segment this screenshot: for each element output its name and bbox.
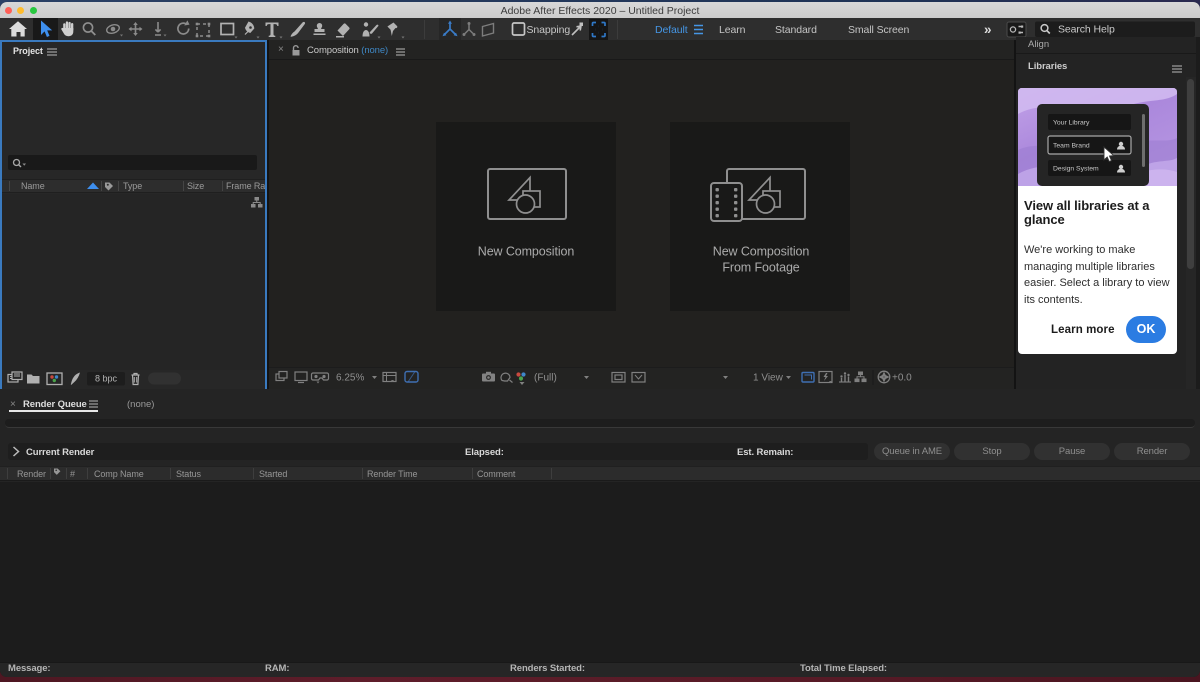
svg-text:New Composition: New Composition bbox=[713, 245, 810, 259]
svg-text:Comment: Comment bbox=[477, 469, 516, 479]
svg-text:8 bpc: 8 bpc bbox=[95, 374, 118, 384]
svg-text:Render: Render bbox=[17, 469, 46, 479]
svg-text:Design System: Design System bbox=[1053, 166, 1099, 173]
svg-text:Frame Ra...: Frame Ra... bbox=[226, 181, 265, 191]
svg-text:Team Brand: Team Brand bbox=[1053, 143, 1090, 150]
svg-text:Status: Status bbox=[176, 469, 202, 479]
svg-text:Started: Started bbox=[259, 469, 287, 479]
svg-text:»: » bbox=[984, 22, 992, 37]
svg-text:Name: Name bbox=[21, 181, 45, 191]
svg-text:6.25%: 6.25% bbox=[336, 373, 364, 384]
svg-text:+0.0: +0.0 bbox=[892, 373, 912, 384]
svg-text:Standard: Standard bbox=[775, 24, 817, 36]
svg-text:1 View: 1 View bbox=[753, 373, 784, 384]
svg-text:(Full): (Full) bbox=[534, 373, 557, 384]
svg-text:New Composition: New Composition bbox=[478, 245, 575, 259]
svg-text:Search Help: Search Help bbox=[1058, 24, 1115, 36]
svg-text:Comp Name: Comp Name bbox=[94, 469, 144, 479]
svg-text:#: # bbox=[70, 469, 75, 479]
svg-text:Render Time: Render Time bbox=[367, 469, 418, 479]
svg-text:From Footage: From Footage bbox=[722, 261, 799, 275]
svg-text:Snapping: Snapping bbox=[527, 24, 571, 36]
svg-text:Small Screen: Small Screen bbox=[848, 24, 910, 36]
svg-text:Default: Default bbox=[655, 24, 688, 36]
svg-text:Your Library: Your Library bbox=[1053, 120, 1090, 127]
svg-text:Type: Type bbox=[123, 181, 142, 191]
svg-text:Size: Size bbox=[187, 181, 204, 191]
svg-text:Learn: Learn bbox=[719, 24, 746, 36]
